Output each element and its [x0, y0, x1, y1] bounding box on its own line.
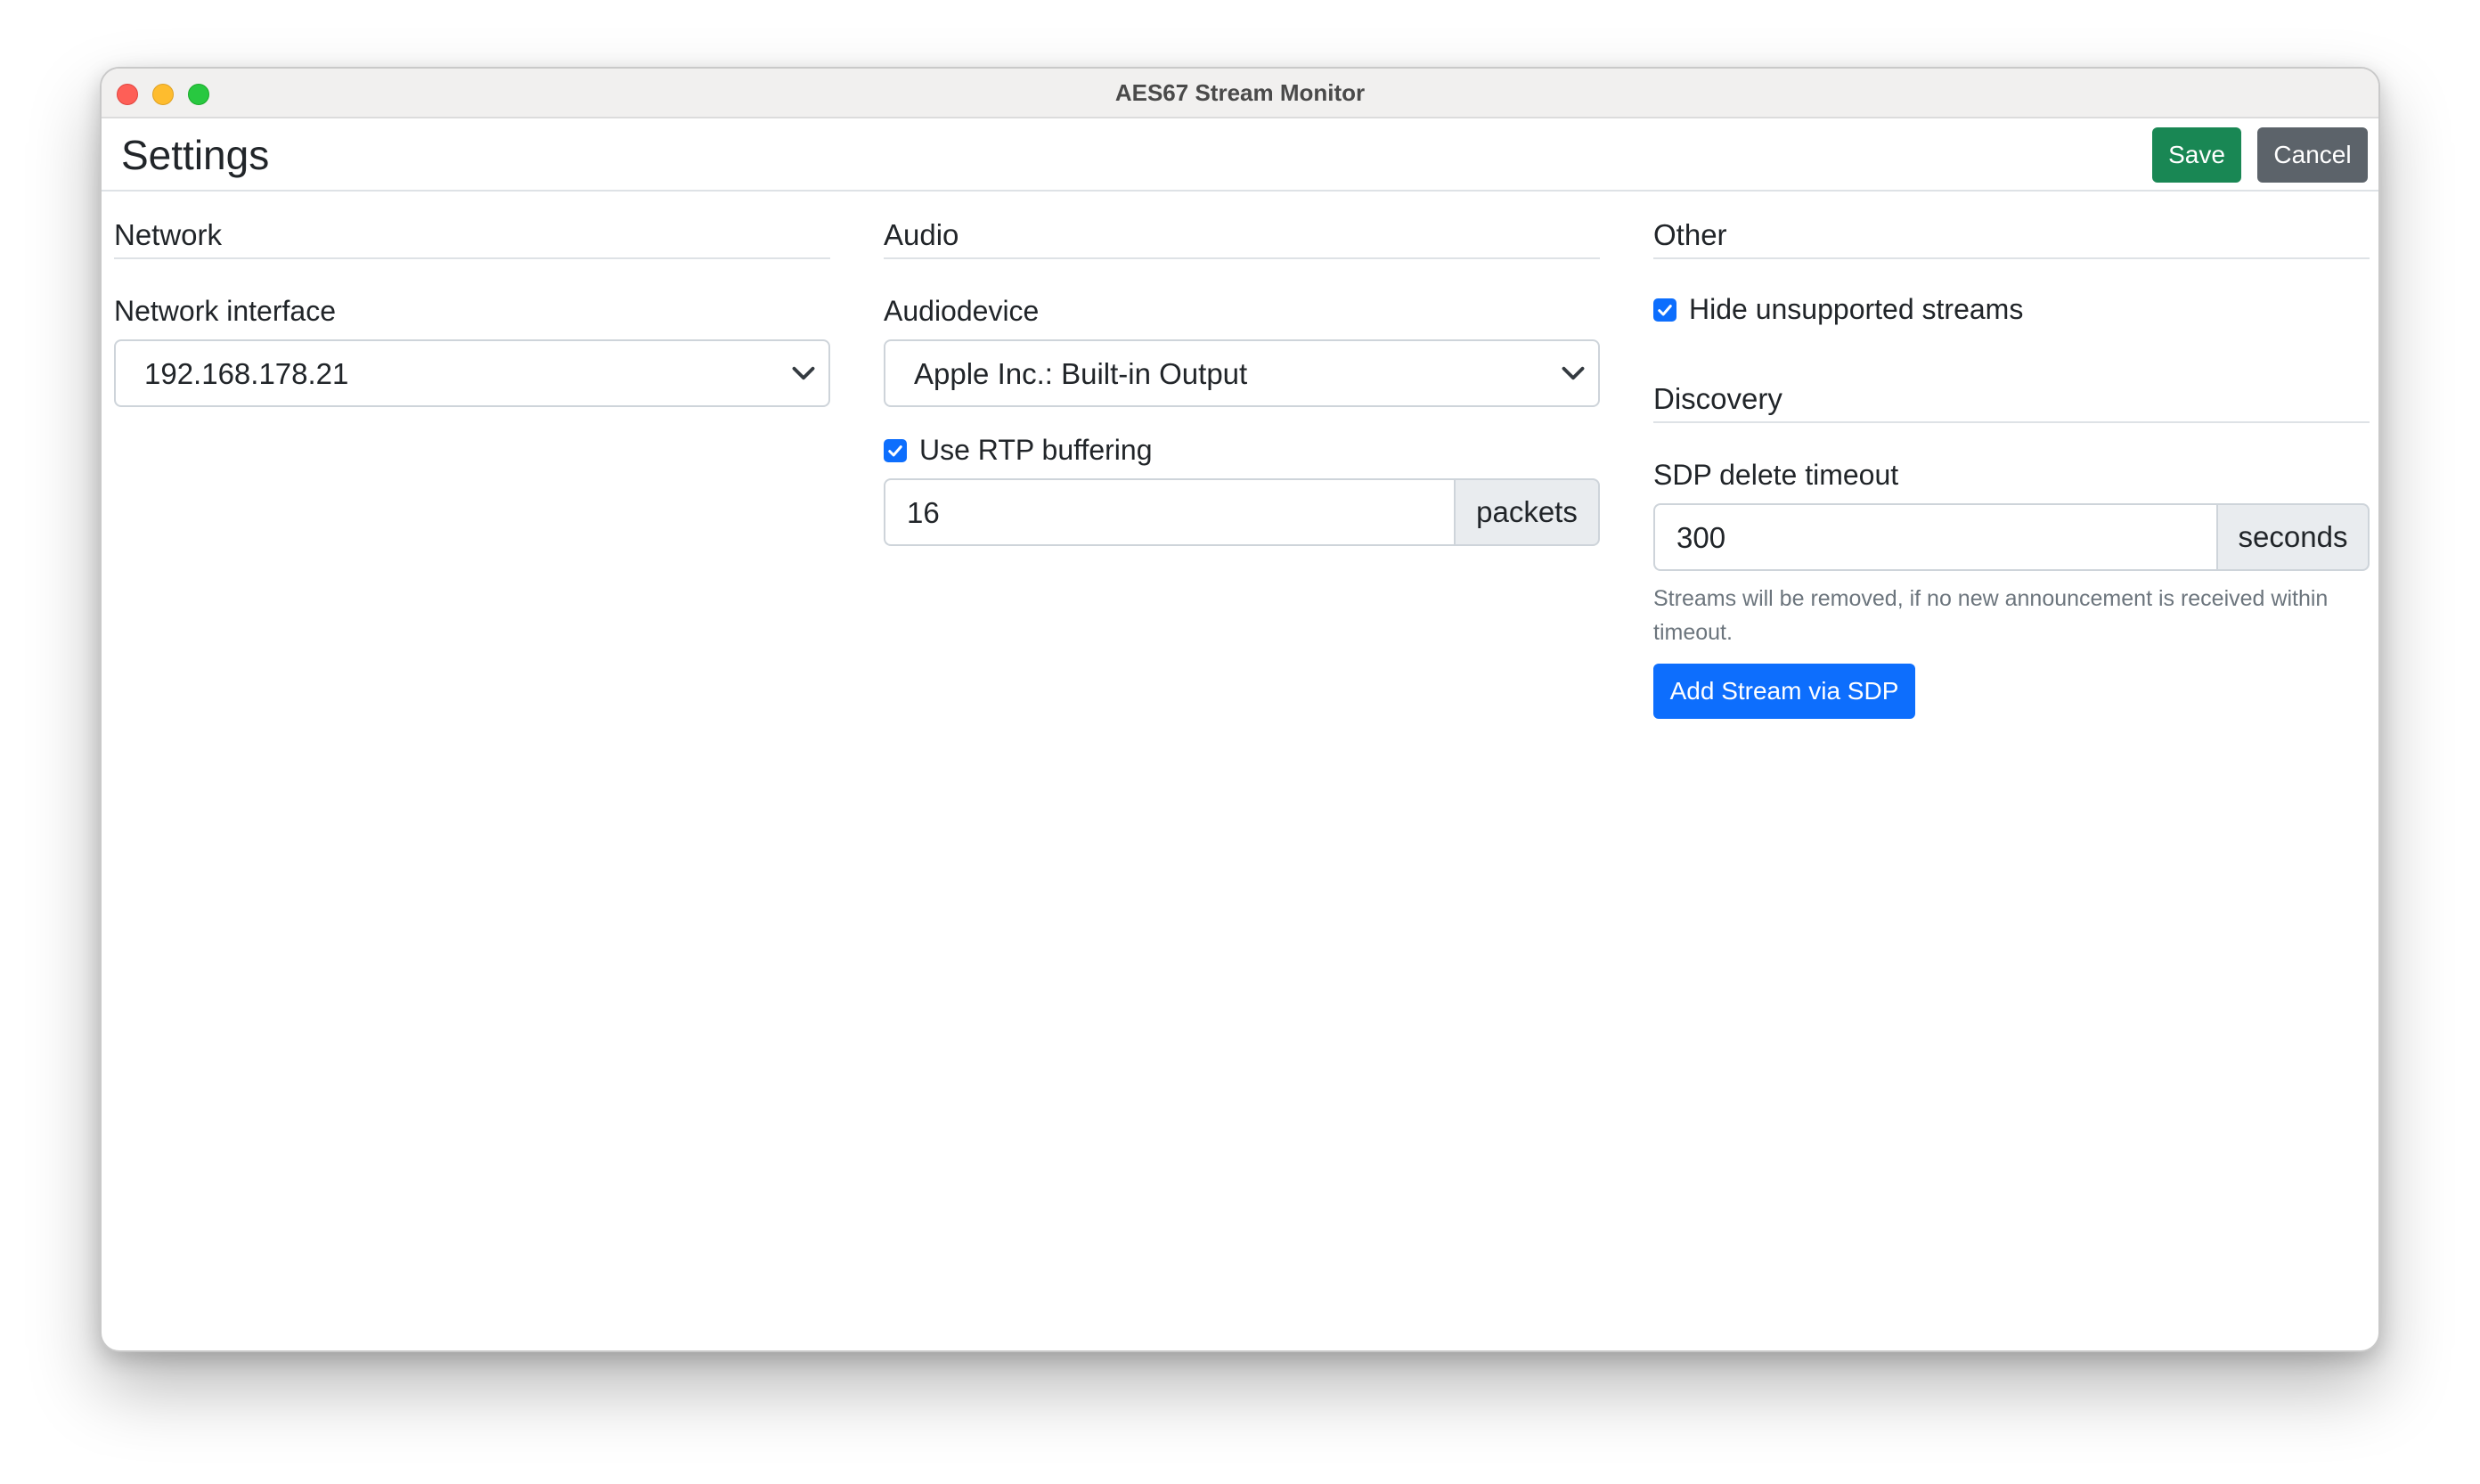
- audiodevice-value: Apple Inc.: Built-in Output: [914, 357, 1248, 390]
- checkmark-icon: [888, 444, 902, 456]
- network-interface-label: Network interface: [114, 295, 336, 327]
- cancel-button[interactable]: Cancel: [2257, 127, 2368, 183]
- hide-unsupported-label: Hide unsupported streams: [1689, 293, 2024, 325]
- audio-section-title: Audio: [884, 192, 1600, 259]
- add-stream-via-sdp-button[interactable]: Add Stream via SDP: [1653, 664, 1915, 719]
- buffer-size-group: 16 packets: [884, 478, 1600, 546]
- buffer-size-input[interactable]: 16: [884, 478, 1454, 546]
- other-section-title: Other: [1653, 192, 2370, 259]
- title-bar: AES67 Stream Monitor: [102, 69, 2378, 118]
- audiodevice-label: Audiodevice: [884, 295, 1040, 327]
- window-title: AES67 Stream Monitor: [1114, 79, 1366, 106]
- sdp-timeout-group: 300 seconds: [1653, 503, 2370, 571]
- chevron-down-icon: [1562, 366, 1585, 380]
- network-section-title: Network: [114, 192, 830, 259]
- save-button[interactable]: Save: [2152, 127, 2241, 183]
- audiodevice-select[interactable]: Apple Inc.: Built-in Output: [884, 339, 1600, 407]
- rtp-buffering-label: Use RTP buffering: [919, 434, 1153, 466]
- sdp-timeout-label: SDP delete timeout: [1653, 459, 1899, 491]
- sdp-timeout-unit-addon: seconds: [2216, 503, 2370, 571]
- checkmark-icon: [1658, 304, 1672, 315]
- buffer-unit-addon: packets: [1454, 478, 1600, 546]
- rtp-buffering-row: Use RTP buffering: [884, 434, 1152, 467]
- discovery-section-title: Discovery: [1653, 355, 2370, 423]
- hide-unsupported-checkbox[interactable]: [1653, 298, 1676, 322]
- page-title: Settings: [121, 132, 270, 178]
- hide-unsupported-row: Hide unsupported streams: [1653, 293, 2023, 326]
- network-interface-select[interactable]: 192.168.178.21: [114, 339, 830, 407]
- sdp-timeout-help-text: Streams will be removed, if no new annou…: [1653, 586, 2329, 645]
- chevron-down-icon: [792, 366, 815, 380]
- network-interface-value: 192.168.178.21: [144, 357, 349, 390]
- rtp-buffering-checkbox[interactable]: [884, 438, 907, 462]
- settings-header: Settings Save Cancel: [102, 118, 2378, 192]
- sdp-timeout-input[interactable]: 300: [1653, 503, 2216, 571]
- app-window: AES67 Stream Monitor Settings Save Cance…: [100, 67, 2380, 1352]
